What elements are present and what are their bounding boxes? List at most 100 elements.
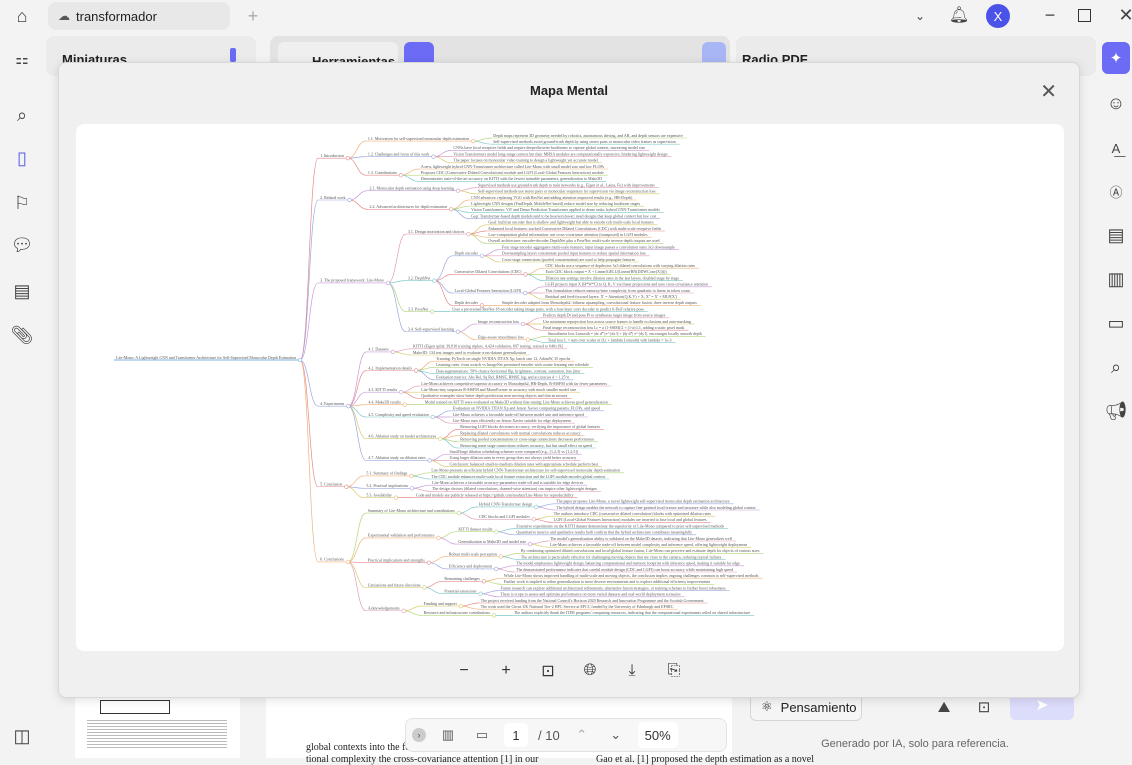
mind-map-leaf[interactable]: CNN advances: replacing VGG with ResNet … <box>469 195 637 201</box>
mind-map-leaf[interactable]: Supervised methods use ground-truth dept… <box>475 182 659 188</box>
mind-map-branch[interactable]: 2. Related work <box>318 195 352 203</box>
book-icon[interactable]: ▥ <box>1104 268 1128 290</box>
mind-map-branch[interactable]: Limitations and future directions <box>365 582 427 590</box>
collapse-toggle[interactable] <box>494 529 499 534</box>
mind-map-leaf[interactable]: Demonstrates state-of-the-art accuracy o… <box>418 176 607 182</box>
mind-map-leaf[interactable]: The CDC module enhances multi-scale loca… <box>429 474 610 480</box>
mind-map-leaf[interactable]: Goal: build an encoder that is shallow a… <box>486 220 658 226</box>
new-tab-icon[interactable]: + <box>242 5 264 27</box>
mind-map-leaf[interactable]: Each CDC block output = X + Linear(GELU(… <box>543 269 671 275</box>
attachment-icon[interactable]: 📎︎ <box>11 324 34 346</box>
collapse-toggle[interactable] <box>427 458 432 463</box>
collapse-toggle[interactable] <box>385 280 391 286</box>
mind-map-leaf[interactable]: Replacing dilated convolutions with norm… <box>458 430 585 436</box>
mind-map-leaf[interactable]: There is scope to assess and optimize pe… <box>498 592 685 598</box>
mind-map-leaf[interactable]: Removing pooled concatenations or cross-… <box>458 437 599 443</box>
mind-map-branch[interactable]: 4.1. Datasets <box>366 347 395 354</box>
fit-view-icon[interactable]: ⊡ <box>538 661 558 681</box>
layers-icon[interactable]: ◫ <box>11 725 33 747</box>
collapse-toggle[interactable] <box>525 337 531 342</box>
bell-icon[interactable]: 🔔︎ <box>948 4 970 26</box>
collapse-toggle[interactable] <box>346 404 351 409</box>
folder-icon[interactable]: ▭ <box>1104 312 1128 334</box>
image-upload-icon[interactable]: ⛰ <box>934 696 954 718</box>
mind-map-branch[interactable]: Hybrid CNN-Transformer design <box>476 502 539 510</box>
mind-map-branch[interactable]: 5.3. Availability <box>364 492 399 500</box>
mind-map-leaf[interactable]: KITTI (Eigen split): 39,810 training tri… <box>410 344 568 350</box>
close-icon[interactable]: ✕ <box>1040 79 1057 104</box>
collapse-toggle[interactable] <box>347 197 352 203</box>
collapse-toggle[interactable] <box>345 156 350 161</box>
mind-map-branch[interactable]: Generalization to Make3D and model size <box>456 539 533 547</box>
ocr-icon[interactable]: Ⓐ <box>1104 180 1128 202</box>
mind-map-leaf[interactable]: By combining optimized dilated convoluti… <box>518 548 764 554</box>
mind-map-leaf[interactable]: Vision Transformers model long-range con… <box>451 151 672 157</box>
mind-map-leaf[interactable]: Data augmentations: 50% chance horizonta… <box>434 368 585 374</box>
mind-map-leaf[interactable]: Using larger dilation rates in every gro… <box>447 455 581 461</box>
mind-map-leaf[interactable]: Evaluation metrics: Abs Rel, Sq Rel, RMS… <box>434 375 574 381</box>
mind-map-leaf[interactable]: The design choices (dilated convolutions… <box>430 486 601 492</box>
mind-map-branch[interactable]: 4.2. Implementation details <box>366 365 419 373</box>
mind-map-leaf[interactable]: Simple decoder adapted from Monodepth2: … <box>499 300 701 306</box>
mind-map-branch[interactable]: 1. Introduction <box>318 153 350 161</box>
mind-map-leaf[interactable]: While Lite-Mono shows improved handling … <box>501 573 763 579</box>
mind-map-leaf[interactable]: Quantitative metrics and qualitative res… <box>514 530 697 536</box>
zoom-in-icon[interactable]: + <box>496 661 516 681</box>
collapse-toggle[interactable] <box>458 604 463 609</box>
mind-map-leaf[interactable]: Downsampling layers concatenate pooled i… <box>499 251 650 257</box>
collapse-toggle[interactable] <box>344 484 349 489</box>
ai-chat-icon[interactable]: ☺ <box>1104 92 1128 114</box>
collapse-toggle[interactable] <box>438 436 443 441</box>
mind-map-branch[interactable]: 1.1. Motivation for self-supervised mono… <box>365 136 476 144</box>
mind-map-leaf[interactable]: Proposes CDC (Consecutive Dilated Convol… <box>418 170 608 176</box>
mind-map-branch[interactable]: CDC blocks and LGFI modules <box>476 514 536 522</box>
mind-map-leaf[interactable]: Lite-Mono runs efficiently on Jetson Xav… <box>450 418 575 424</box>
zoom-out-icon[interactable]: − <box>454 661 474 681</box>
mind-map-branch[interactable]: Robust multi-scale perception <box>446 551 503 559</box>
collapse-toggle[interactable] <box>422 585 427 590</box>
mind-map-leaf[interactable]: The architecture is particularly effecti… <box>518 554 726 560</box>
mind-map-leaf[interactable]: LGFI (Local-Global Features Interaction)… <box>551 517 711 523</box>
collapse-toggle[interactable] <box>523 272 528 277</box>
mind-map-leaf[interactable]: The project received funding from the Na… <box>478 598 708 604</box>
mind-map-leaf[interactable]: Dilation rate settings involve dilation … <box>543 275 683 281</box>
collapse-toggle[interactable] <box>399 390 404 395</box>
mind-map-leaf[interactable]: The model's generalization ability is va… <box>548 536 736 542</box>
collapse-toggle[interactable] <box>393 495 399 500</box>
mind-map-branch[interactable]: 4.5. Complexity and speed evaluation <box>366 412 435 420</box>
bookmark-icon[interactable]: ⚐ <box>11 192 33 214</box>
collapse-toggle[interactable] <box>479 253 485 258</box>
mind-map-leaf[interactable]: Gap: Transformer-based depth models tend… <box>469 213 661 219</box>
mind-map-leaf[interactable]: Uses a pre-trained ResNet-18 encoder tak… <box>450 306 648 312</box>
collapse-toggle[interactable] <box>531 517 536 522</box>
two-page-icon[interactable]: ▥ <box>436 727 460 743</box>
avatar[interactable]: X <box>986 4 1010 28</box>
mind-map-branch[interactable]: Practical implications and strengths <box>365 558 431 565</box>
mind-map-leaf[interactable]: Future research can explore additional a… <box>498 585 730 591</box>
search-doc-icon[interactable]: ⌕ <box>1104 356 1128 378</box>
mind-map-leaf[interactable]: Extensive experiments on the KITTI datas… <box>514 523 729 529</box>
mind-map-branch[interactable]: 2.2. Advanced architectures for depth es… <box>367 204 454 212</box>
mind-map-leaf[interactable]: Evaluation on NVIDIA TITAN Xp and Jetson… <box>450 406 605 412</box>
collapse-toggle[interactable] <box>455 329 461 334</box>
ai-book-icon[interactable]: ✦ <box>1102 42 1130 74</box>
chevron-down-icon[interactable]: ⌄ <box>910 6 930 26</box>
mind-map-branch[interactable]: 3.3. PoseNet <box>405 306 435 314</box>
page-number-input[interactable]: 1 <box>504 723 528 747</box>
collapse-toggle[interactable] <box>527 542 533 547</box>
mind-map-leaf[interactable]: Lite-Mono achieves a favorable accuracy-… <box>430 480 588 486</box>
grid-icon[interactable]: ⚏ <box>11 48 33 70</box>
document-icon[interactable]: ▤ <box>11 280 33 302</box>
collapse-toggle[interactable] <box>523 290 528 296</box>
comment-icon[interactable]: 💬︎ <box>11 234 34 256</box>
mind-map-leaf[interactable]: Lite-Mono-tiny surpasses R-MSFM and Mono… <box>419 387 581 393</box>
mind-map-branch[interactable]: 2.1. Monocular depth estimation using de… <box>367 186 461 193</box>
mind-map-branch[interactable]: Acknowledgements <box>365 606 406 613</box>
collapse-toggle[interactable] <box>431 154 436 159</box>
mind-map-leaf[interactable]: Training: PyTorch on single NVIDIA TITAN… <box>434 356 575 362</box>
mind-map-leaf[interactable]: This formulation reduces memory/time com… <box>543 288 694 294</box>
mind-map-branch[interactable]: 4. Experiments <box>318 401 351 409</box>
translate-icon[interactable]: A͟ <box>1104 137 1128 159</box>
mind-map-branch[interactable]: 4.6. Ablation study on model architectur… <box>366 434 443 441</box>
download-icon[interactable]: ⤓ <box>622 661 642 681</box>
